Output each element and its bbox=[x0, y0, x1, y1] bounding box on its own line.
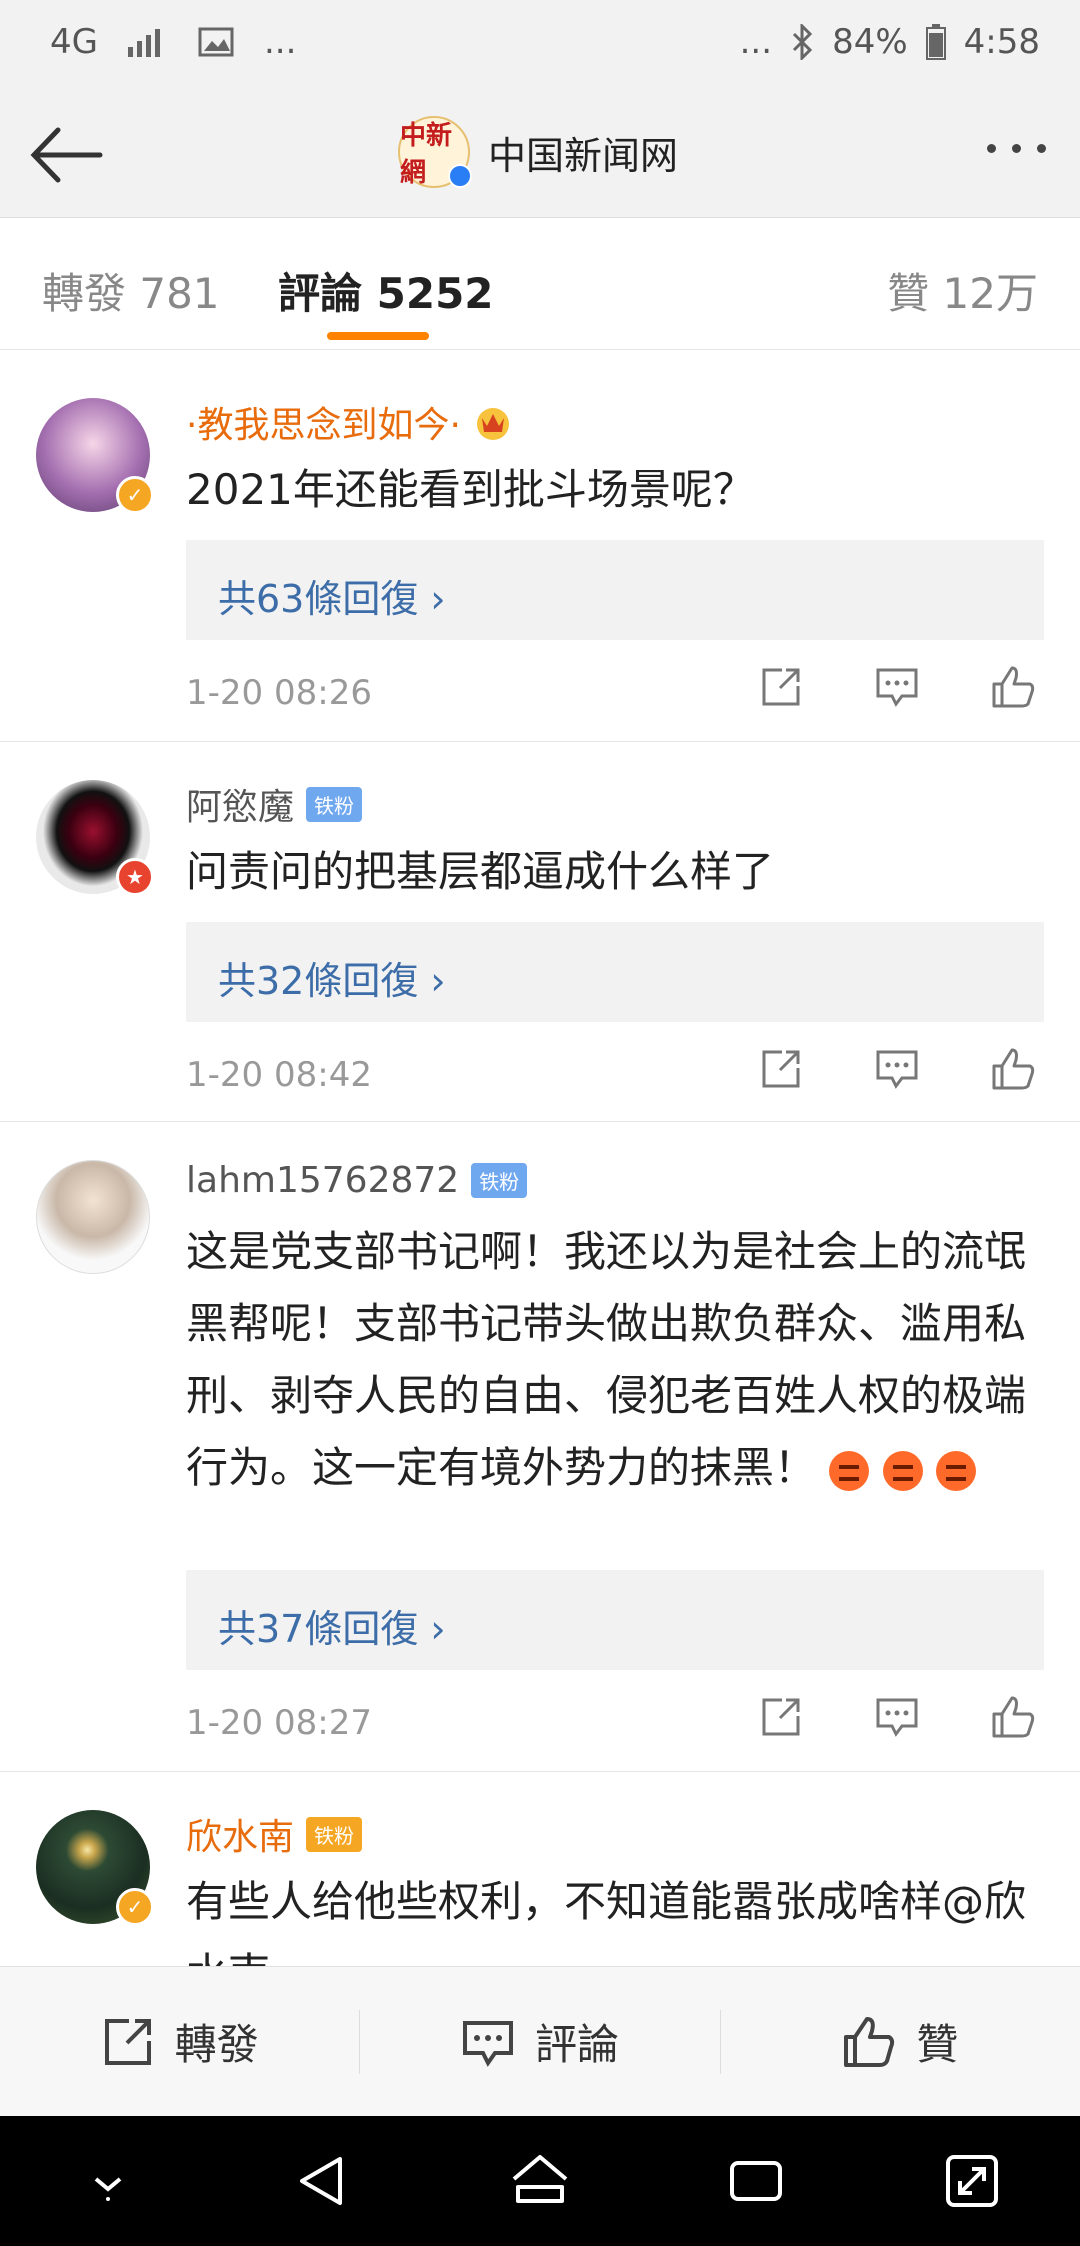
comment-text: 有些人给他些权利，不知道能嚣张成啥样@欣水南 bbox=[186, 1877, 1027, 1966]
more-notifications: ... bbox=[263, 22, 297, 62]
back-icon[interactable] bbox=[292, 2149, 356, 2213]
comment-button[interactable]: 評論 bbox=[360, 1967, 719, 2116]
angry-emoji-icon bbox=[829, 1450, 870, 1491]
share-icon[interactable] bbox=[758, 664, 804, 710]
comment-icon bbox=[462, 2020, 513, 2067]
comment-time: 1-20 08:42 bbox=[186, 1055, 372, 1095]
avatar[interactable]: ✓ bbox=[36, 1810, 154, 1926]
comment-item: ★ 阿慾魔 铁粉 问责问的把基层都逼成什么样了 共32條回復 › 1-20 08… bbox=[0, 742, 1080, 1122]
comment-label: 評論 bbox=[534, 2020, 619, 2069]
account-name: 中国新闻网 bbox=[488, 133, 679, 178]
crown-icon bbox=[476, 408, 509, 440]
clock: 4:58 bbox=[963, 22, 1040, 62]
tab-bar: 轉發 781 評論 5252 贊 12万 bbox=[0, 218, 1080, 350]
top-bar: 中新網 中国新闻网 bbox=[0, 92, 1080, 218]
comment-item: ✓ ·教我思念到如今· 2021年还能看到批斗场景呢？ 共63條回復 › 1-2… bbox=[0, 350, 1080, 742]
home-icon[interactable] bbox=[508, 2149, 572, 2213]
comment-user[interactable]: ·教我思念到如今· bbox=[186, 396, 513, 448]
more-indicators: ... bbox=[739, 22, 773, 62]
like-icon[interactable] bbox=[990, 1694, 1036, 1740]
like-label: 贊 bbox=[916, 2020, 959, 2069]
comment-icon[interactable] bbox=[874, 664, 920, 710]
hide-keyboard-icon[interactable] bbox=[76, 2149, 140, 2213]
vip-badge-icon: ★ bbox=[116, 858, 154, 896]
battery-icon bbox=[925, 24, 946, 60]
comment-text: 问责问的把基层都逼成什么样了 bbox=[186, 847, 775, 896]
like-button[interactable]: 贊 bbox=[721, 1967, 1080, 2116]
share-icon[interactable] bbox=[758, 1694, 804, 1740]
network-indicator: 4G bbox=[50, 22, 98, 62]
comment-item: ✓ 欣水南 铁粉 有些人给他些权利，不知道能嚣张成啥样@欣水南 bbox=[0, 1772, 1080, 1966]
comment-item: lahm15762872 铁粉 这是党支部书记啊！我还以为是社会上的流氓黑帮呢！… bbox=[0, 1122, 1080, 1772]
share-icon bbox=[104, 2018, 151, 2065]
avatar[interactable]: ★ bbox=[36, 780, 154, 896]
fan-badge: 铁粉 bbox=[306, 786, 363, 822]
angry-emoji-icon bbox=[882, 1450, 923, 1491]
share-icon[interactable] bbox=[758, 1046, 804, 1092]
comment-text: 这是党支部书记啊！我还以为是社会上的流氓黑帮呢！支部书记带头做出欺负群众、滥用私… bbox=[186, 1216, 1046, 1504]
verified-badge-icon bbox=[448, 164, 472, 188]
status-bar: 4G ... ... 84% 4:58 bbox=[0, 0, 1080, 92]
username[interactable]: lahm15762872 bbox=[186, 1160, 459, 1201]
comment-actions bbox=[758, 664, 1036, 710]
like-icon bbox=[844, 2016, 895, 2067]
tab-likes[interactable]: 贊 12万 bbox=[887, 260, 1038, 321]
comment-time: 1-20 08:27 bbox=[186, 1703, 372, 1743]
active-tab-indicator bbox=[327, 332, 429, 340]
comment-user[interactable]: 阿慾魔 铁粉 bbox=[186, 778, 363, 830]
like-icon[interactable] bbox=[990, 664, 1036, 710]
account-header[interactable]: 中新網 中国新闻网 bbox=[398, 116, 678, 188]
comment-text: 2021年还能看到批斗场景呢？ bbox=[186, 465, 755, 514]
replies-link[interactable]: 共32條回復 › bbox=[186, 922, 1044, 1022]
fan-badge: 铁粉 bbox=[471, 1163, 528, 1198]
username[interactable]: 欣水南 bbox=[186, 1808, 294, 1860]
signal-icon bbox=[127, 29, 160, 57]
repost-button[interactable]: 轉發 bbox=[0, 1967, 359, 2116]
username[interactable]: ·教我思念到如今· bbox=[186, 396, 461, 448]
like-icon[interactable] bbox=[990, 1046, 1036, 1092]
system-nav-bar bbox=[0, 2116, 1080, 2246]
tab-comments[interactable]: 評論 5252 bbox=[278, 260, 494, 321]
recents-icon[interactable] bbox=[724, 2149, 788, 2213]
avatar[interactable]: ✓ bbox=[36, 398, 154, 514]
comment-icon[interactable] bbox=[874, 1694, 920, 1740]
comment-icon[interactable] bbox=[874, 1046, 920, 1092]
bottom-action-bar: 轉發 評論 贊 bbox=[0, 1966, 1080, 2116]
expand-icon[interactable] bbox=[940, 2149, 1004, 2213]
comment-actions bbox=[758, 1046, 1036, 1092]
replies-link[interactable]: 共37條回復 › bbox=[186, 1570, 1044, 1670]
comment-actions bbox=[758, 1694, 1036, 1740]
comment-user[interactable]: lahm15762872 铁粉 bbox=[186, 1160, 528, 1201]
replies-link[interactable]: 共63條回復 › bbox=[186, 540, 1044, 640]
image-icon bbox=[198, 27, 234, 57]
comment-user[interactable]: 欣水南 铁粉 bbox=[186, 1808, 363, 1860]
tab-reposts[interactable]: 轉發 781 bbox=[42, 260, 220, 321]
avatar[interactable] bbox=[36, 1160, 150, 1274]
back-arrow-icon[interactable] bbox=[28, 120, 108, 190]
bluetooth-icon bbox=[793, 24, 813, 60]
verified-icon: ✓ bbox=[116, 476, 154, 514]
account-logo: 中新網 bbox=[398, 116, 472, 188]
repost-label: 轉發 bbox=[174, 2020, 259, 2069]
comment-time: 1-20 08:26 bbox=[186, 673, 372, 713]
username[interactable]: 阿慾魔 bbox=[186, 778, 294, 830]
angry-emoji-icon bbox=[936, 1450, 977, 1491]
more-options-icon[interactable] bbox=[987, 144, 1046, 153]
fan-badge: 铁粉 bbox=[306, 1816, 363, 1852]
battery-percent: 84% bbox=[832, 22, 908, 62]
verified-icon: ✓ bbox=[116, 1888, 154, 1926]
